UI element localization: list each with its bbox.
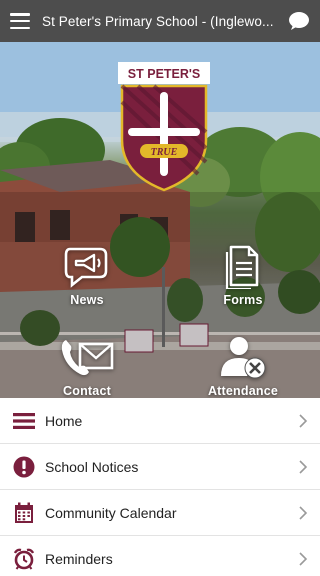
megaphone-icon xyxy=(64,247,108,288)
contact-label: Contact xyxy=(63,384,111,398)
chevron-right-icon xyxy=(299,551,308,566)
list-icon xyxy=(13,410,35,432)
phone-envelope-icon xyxy=(61,340,114,376)
menu-label: Community Calendar xyxy=(45,504,177,521)
news-tile[interactable]: News xyxy=(32,227,142,307)
attendance-label: Attendance xyxy=(207,384,279,398)
svg-text:TRUE: TRUE xyxy=(151,147,178,158)
chevron-right-icon xyxy=(299,459,308,474)
menu-label: School Notices xyxy=(45,458,139,475)
chevron-right-icon xyxy=(299,413,308,428)
hamburger-icon[interactable] xyxy=(10,13,30,29)
alert-icon xyxy=(13,456,35,478)
menu-item-community-calendar[interactable]: Community Calendar xyxy=(0,490,320,536)
hero-banner: ST PETER'S TRUE News Forms Contact Atten… xyxy=(0,42,320,398)
document-icon xyxy=(225,245,259,289)
app-title: St Peter's Primary School - (Inglewo... xyxy=(42,13,274,29)
app-header: St Peter's Primary School - (Inglewo... xyxy=(0,0,320,42)
chat-bubble-icon[interactable] xyxy=(288,11,310,31)
news-label: News xyxy=(70,293,104,307)
attendance-tile[interactable]: Attendance xyxy=(188,318,298,398)
contact-tile[interactable]: Contact xyxy=(32,318,142,398)
menu-label: Home xyxy=(45,412,83,429)
menu-label: Reminders xyxy=(45,550,113,567)
forms-tile[interactable]: Forms xyxy=(188,227,298,307)
menu-item-home[interactable]: Home xyxy=(0,398,320,444)
menu-item-reminders[interactable]: Reminders xyxy=(0,536,320,576)
person-cross-icon xyxy=(221,337,266,379)
svg-text:ST PETER'S: ST PETER'S xyxy=(128,67,200,81)
calendar-icon xyxy=(13,502,35,524)
school-crest-logo: ST PETER'S TRUE xyxy=(118,62,210,192)
main-menu: Home School Notices Community Calendar R… xyxy=(0,398,320,576)
alarm-clock-icon xyxy=(13,548,35,570)
chevron-right-icon xyxy=(299,505,308,520)
menu-item-school-notices[interactable]: School Notices xyxy=(0,444,320,490)
forms-label: Forms xyxy=(223,293,263,307)
